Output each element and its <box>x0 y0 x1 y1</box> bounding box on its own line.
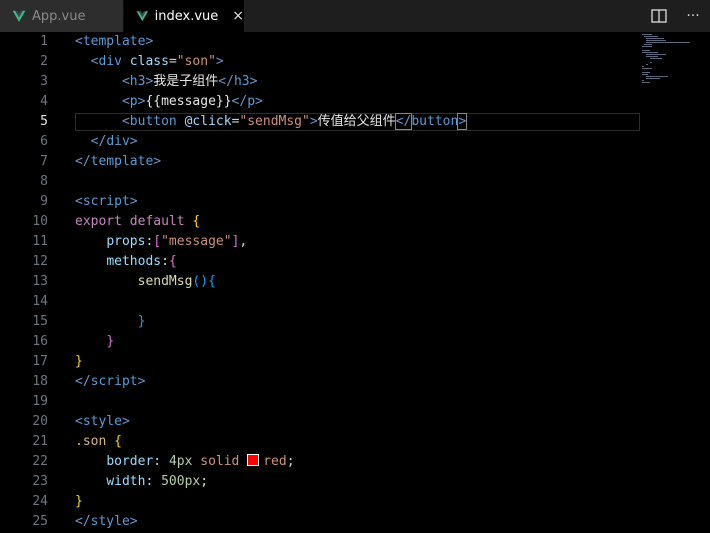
line-number: 20 <box>32 414 48 429</box>
code-line: </script> <box>75 374 146 389</box>
line-number: 14 <box>32 294 48 309</box>
code-line: <template> <box>75 34 154 49</box>
code-line: </style> <box>75 514 138 529</box>
code-line: export default { <box>75 214 201 229</box>
tab-label: App.vue <box>32 8 86 24</box>
line-number: 13 <box>32 274 48 289</box>
code-line: methods:{ <box>106 254 177 269</box>
line-number: 3 <box>40 74 48 89</box>
line-number: 7 <box>40 154 48 169</box>
tab-bar: App.vue index.vue × ··· <box>0 0 710 33</box>
code-line: } <box>75 494 83 509</box>
line-number: 25 <box>32 514 48 529</box>
line-number: 1 <box>40 34 48 49</box>
line-number: 10 <box>32 214 48 229</box>
color-swatch[interactable] <box>247 454 260 466</box>
tab-app-vue[interactable]: App.vue <box>0 0 124 32</box>
line-number: 9 <box>40 194 48 209</box>
code-line: } <box>106 334 115 349</box>
code-line: width: 500px; <box>106 474 209 489</box>
code-line: <h3>我是子组件</h3> <box>121 74 258 89</box>
code-line: <script> <box>75 194 138 209</box>
line-number: 22 <box>32 454 48 469</box>
tab-index-vue[interactable]: index.vue × <box>124 0 244 32</box>
code-line: } <box>137 314 146 329</box>
line-number: 17 <box>32 354 48 369</box>
code-line-active: <button @click="sendMsg">传值给父组件</button> <box>121 113 468 130</box>
code-line: .son { <box>75 434 122 449</box>
code-editor[interactable]: 1 2 3 4 5 6 7 8 9 10 11 12 13 14 15 16 1… <box>0 32 710 533</box>
line-number-active: 5 <box>40 114 48 129</box>
line-number: 2 <box>40 54 48 69</box>
line-number: 11 <box>32 234 48 249</box>
line-number: 24 <box>32 494 48 509</box>
minimap[interactable] <box>642 32 702 92</box>
code-line: <div class="son"> <box>90 54 224 69</box>
line-number: 6 <box>40 134 48 149</box>
code-line: sendMsg(){ <box>137 274 216 289</box>
editor-actions: ··· <box>642 0 710 32</box>
line-number: 4 <box>40 94 48 109</box>
line-number: 23 <box>32 474 48 489</box>
code-line: <p>{{message}}</p> <box>121 94 263 109</box>
code-line: border: 4px solid red; <box>106 454 295 469</box>
tab-label: index.vue <box>154 8 219 24</box>
more-actions-icon[interactable]: ··· <box>676 0 710 32</box>
code-line: } <box>75 354 83 369</box>
line-number: 12 <box>32 254 48 269</box>
line-number: 19 <box>32 394 48 409</box>
line-number: 15 <box>32 314 48 329</box>
line-number: 16 <box>32 334 48 349</box>
vue-file-icon <box>136 11 149 22</box>
code-line: <style> <box>75 414 130 429</box>
code-line: </template> <box>75 154 162 169</box>
code-line: </div> <box>90 134 138 149</box>
close-icon[interactable]: × <box>232 8 244 24</box>
line-number: 21 <box>32 434 48 449</box>
split-editor-icon[interactable] <box>642 0 676 32</box>
line-number: 8 <box>40 174 48 189</box>
line-number: 18 <box>32 374 48 389</box>
vue-file-icon <box>12 10 26 22</box>
code-line: props:["message"], <box>106 234 248 249</box>
